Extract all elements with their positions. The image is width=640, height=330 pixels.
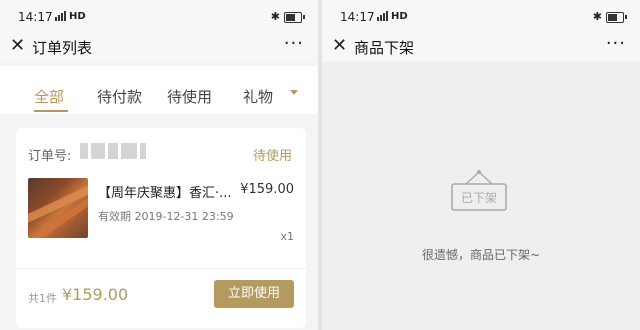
status-time: 14:17 (18, 10, 53, 24)
network-label: HD (69, 11, 86, 22)
validity-date: 有效期 2019-12-31 23:59 (98, 210, 234, 223)
card-divider (16, 268, 306, 269)
tabs-expand-icon[interactable] (290, 90, 298, 95)
title-bar: ✕ 商品下架 ··· (322, 32, 640, 62)
battery-icon (284, 12, 305, 23)
order-card[interactable]: 订单号: 待使用 【周年庆聚惠】香汇·... ¥159.00 有效期 2019-… (16, 128, 306, 328)
network-label: HD (391, 11, 408, 22)
screenshot-composite: 14:17 HD ✱ ✕ 订单列表 ··· 全部 待付款 待使用 礼物 订单号: (0, 0, 640, 330)
signal-icon (377, 11, 388, 21)
total-price: ¥159.00 (62, 285, 129, 304)
close-icon[interactable]: ✕ (10, 36, 25, 56)
product-price: ¥159.00 (240, 182, 294, 197)
removed-sign-label: 已下架 (461, 191, 497, 205)
signal-icon (55, 11, 66, 21)
page-title: 商品下架 (354, 39, 415, 57)
bluetooth-icon: ✱ (270, 10, 280, 23)
product-thumbnail[interactable] (28, 178, 88, 238)
product-removed-screen: 14:17 HD ✱ ✕ 商品下架 ··· 已下架 很遗憾，商品已下架~ (322, 0, 640, 330)
tab-all[interactable]: 全部 (34, 86, 64, 107)
title-bar: ✕ 订单列表 ··· (0, 32, 318, 62)
order-number-label: 订单号: (28, 149, 72, 164)
empty-state-message: 很遗憾，商品已下架~ (421, 248, 541, 262)
use-now-button[interactable]: 立即使用 (214, 280, 294, 308)
product-name: 【周年庆聚惠】香汇·... (98, 186, 232, 201)
order-tabs: 全部 待付款 待使用 礼物 (0, 66, 318, 114)
close-icon[interactable]: ✕ (332, 36, 347, 56)
removed-sign-icon: 已下架 (451, 170, 507, 211)
order-list-screen: 14:17 HD ✱ ✕ 订单列表 ··· 全部 待付款 待使用 礼物 订单号: (0, 0, 318, 330)
status-bar: 14:17 HD ✱ (0, 0, 318, 32)
status-bar: 14:17 HD ✱ (322, 0, 640, 32)
page-title: 订单列表 (32, 39, 93, 57)
status-time: 14:17 (340, 10, 375, 24)
order-status: 待使用 (252, 149, 292, 164)
tab-pending-use[interactable]: 待使用 (167, 86, 212, 107)
item-count: 共1件 (28, 292, 57, 305)
tab-pending-payment[interactable]: 待付款 (97, 86, 142, 107)
active-tab-indicator (34, 110, 68, 112)
battery-icon (606, 12, 627, 23)
more-icon[interactable]: ··· (284, 33, 304, 54)
product-quantity: x1 (280, 230, 294, 243)
more-icon[interactable]: ··· (606, 33, 626, 54)
order-number-redacted (80, 143, 152, 159)
tab-gift[interactable]: 礼物 (243, 86, 273, 107)
bluetooth-icon: ✱ (592, 10, 602, 23)
